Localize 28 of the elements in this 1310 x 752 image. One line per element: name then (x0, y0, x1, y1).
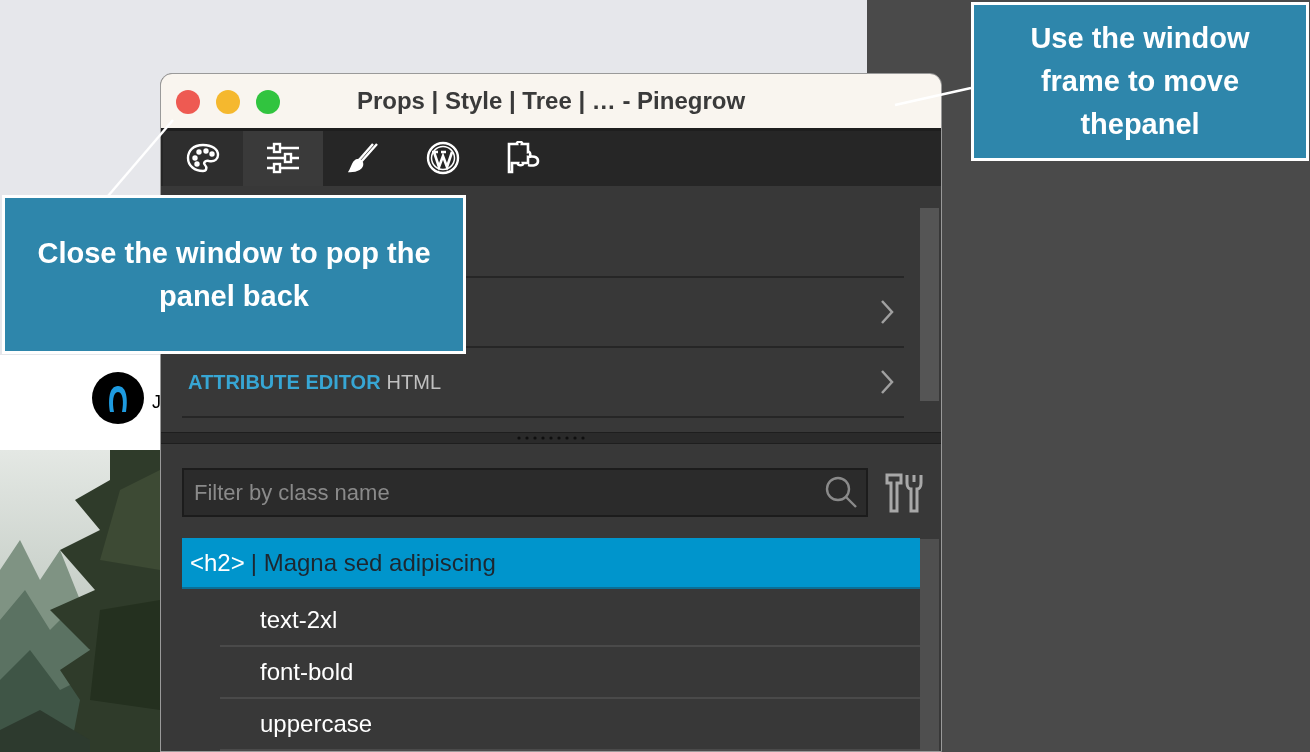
brush-icon (347, 142, 379, 175)
palette-tab[interactable] (163, 130, 243, 186)
sliders-icon (266, 142, 300, 175)
splitter-handle[interactable] (161, 432, 941, 444)
chevron-right-icon[interactable] (880, 368, 894, 395)
avatar-icon (92, 372, 144, 424)
class-name[interactable]: uppercase (260, 706, 373, 742)
tree-row[interactable]: <h2> | Magna sed adipiscing (182, 538, 920, 589)
section-subtitle: HTML (386, 369, 442, 395)
class-name[interactable]: font-bold (260, 654, 354, 690)
author-name: J (152, 391, 161, 414)
scrollbar[interactable] (920, 207, 939, 401)
search-icon (824, 475, 858, 509)
class-name[interactable]: text-2xl (260, 602, 338, 638)
palette-icon (186, 143, 220, 174)
section-title[interactable]: ATTRIBUTE EDITOR (188, 366, 381, 397)
callout-text: Use the window frame to move thepanel (1029, 21, 1251, 142)
close-button[interactable] (176, 90, 200, 114)
window-title: Props | Style | Tree | … - Pinegrow (356, 85, 746, 116)
callout-text: Close the window to pop the panel back (36, 235, 432, 314)
tools-icon[interactable] (884, 471, 924, 514)
chevron-right-icon[interactable] (880, 298, 894, 325)
sliders-tab[interactable] (243, 130, 323, 186)
scrollbar[interactable] (920, 539, 939, 751)
tag-label: <h2> (190, 547, 245, 578)
wordpress-icon (426, 141, 460, 176)
element-label: | Magna sed adipiscing (250, 547, 496, 578)
filter-field[interactable]: Filter by class name (182, 468, 868, 517)
